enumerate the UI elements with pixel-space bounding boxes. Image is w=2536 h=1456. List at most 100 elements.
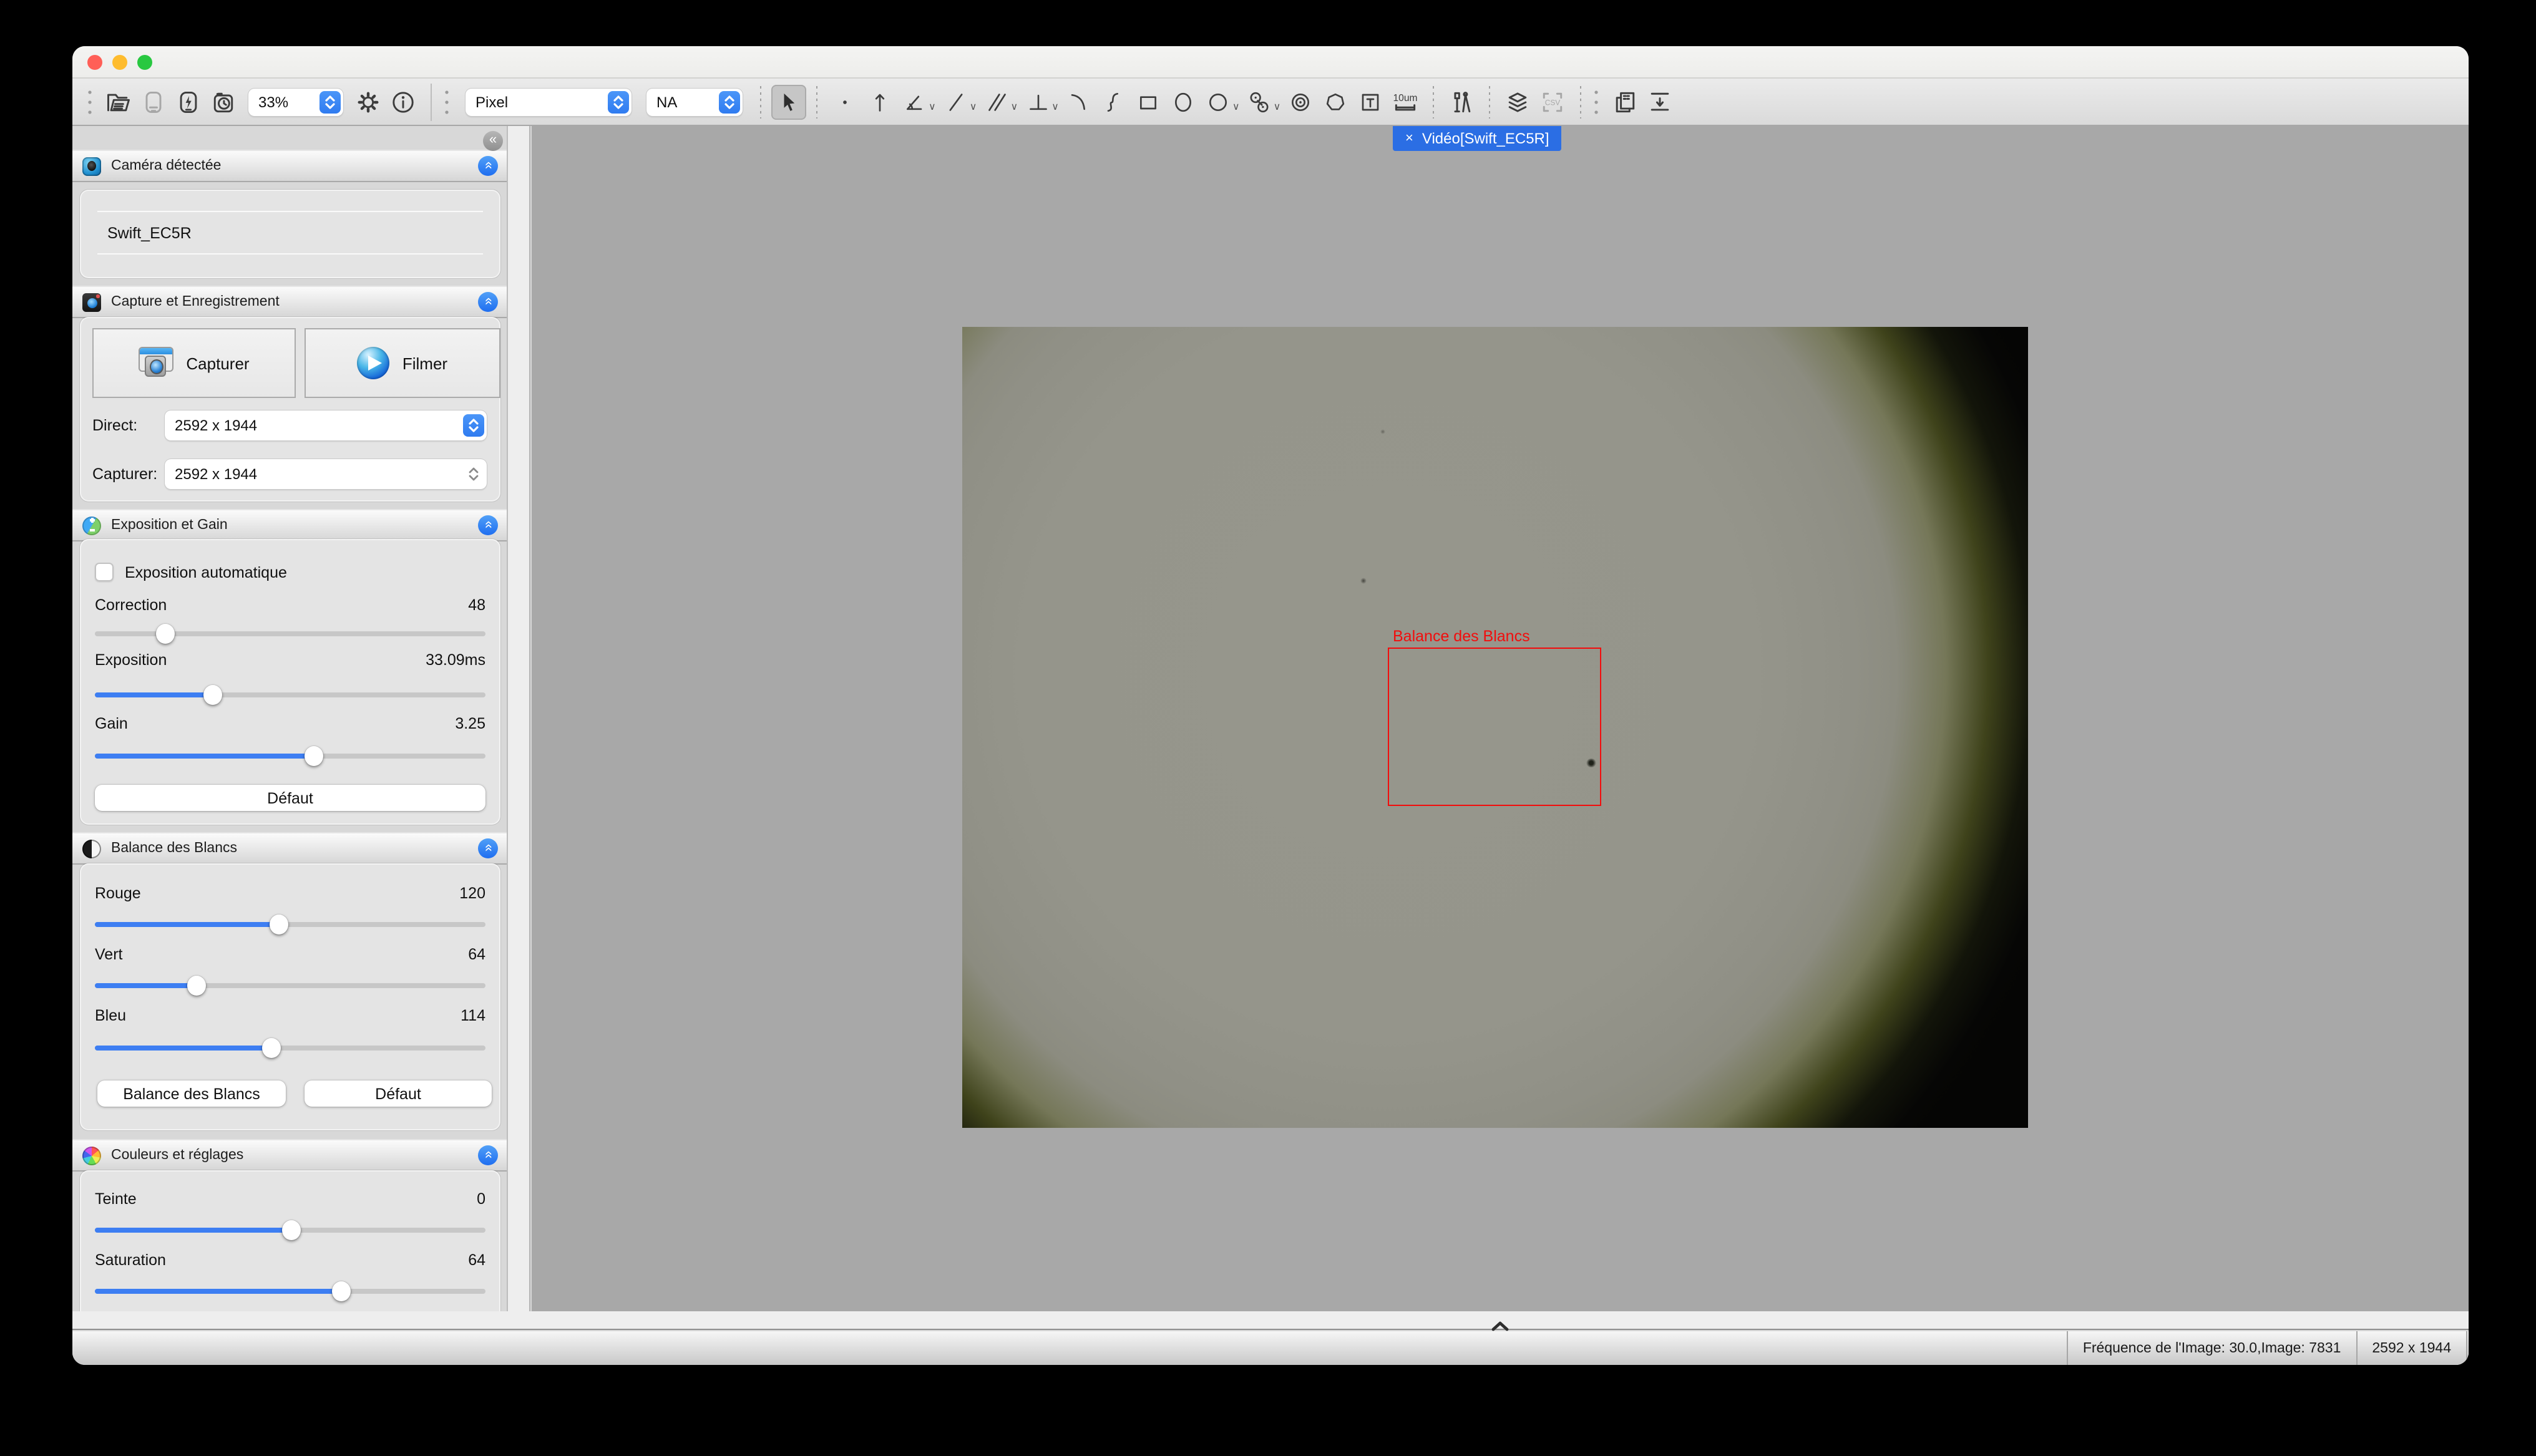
exposure-label: Exposition (95, 651, 167, 674)
curve-tool-button[interactable] (1096, 84, 1131, 119)
line-tool-button[interactable] (939, 84, 973, 119)
saturation-slider[interactable] (95, 1281, 485, 1301)
perpendicular-tool-button[interactable] (1020, 84, 1055, 119)
flatten-button[interactable] (1642, 84, 1677, 119)
correction-slider[interactable] (95, 624, 485, 644)
zoom-select[interactable]: 33% (248, 88, 343, 115)
panel-collapse-button[interactable]: « (478, 292, 498, 312)
red-label: Rouge (95, 885, 141, 907)
ellipse-icon (1171, 89, 1196, 114)
video-frame[interactable]: Balance des Blancs (962, 327, 2028, 1128)
sidebar-collapse-button[interactable]: « (483, 131, 503, 151)
panel-collapse-button[interactable]: « (478, 515, 498, 535)
white-balance-button[interactable]: Balance des Blancs (97, 1080, 286, 1107)
parallel-lines-tool-button[interactable] (979, 84, 1014, 119)
polygon-tool-button[interactable] (1318, 84, 1353, 119)
tab-video-swift-ec5r[interactable]: × Vidéo[Swift_EC5R] (1393, 126, 1562, 151)
wb-default-button[interactable]: Défaut (305, 1080, 492, 1107)
concentric-circles-tool-button[interactable] (1283, 84, 1318, 119)
blue-slider[interactable] (95, 1038, 485, 1058)
toolbar-drag-handle (87, 88, 94, 115)
stepper-icon (608, 90, 629, 113)
gear-icon (354, 88, 382, 115)
panel-header-capture[interactable]: Capture et Enregistrement « (72, 286, 508, 318)
info-button[interactable] (386, 84, 421, 119)
record-button[interactable]: Filmer (305, 328, 500, 398)
toolbar-divider (1489, 85, 1490, 118)
chevron-down-icon[interactable]: ∨ (970, 101, 977, 112)
exposure-card: Exposition automatique Correction48 Expo… (80, 539, 500, 825)
chevron-down-icon[interactable]: ∨ (1051, 101, 1059, 112)
toolbar-drag-handle (1594, 88, 1600, 115)
linked-circles-tool-button[interactable] (1242, 84, 1277, 119)
panel-header-couleurs[interactable]: Couleurs et réglages « (72, 1139, 508, 1172)
circle-tool-button[interactable] (1201, 84, 1236, 119)
arrow-tool-button[interactable] (862, 84, 897, 119)
measure-settings-button[interactable] (1444, 84, 1479, 119)
panel-title: Capture et Enregistrement (111, 294, 478, 309)
close-window-button[interactable] (87, 54, 102, 69)
auto-exposure-checkbox[interactable] (95, 563, 114, 581)
open-folder-button[interactable] (101, 84, 136, 119)
timed-capture-button[interactable] (206, 84, 241, 119)
green-slider[interactable] (95, 976, 485, 996)
settings-button[interactable] (351, 84, 386, 119)
quick-capture-button[interactable] (171, 84, 206, 119)
concentric-circles-icon (1288, 89, 1313, 114)
perpendicular-icon (1025, 89, 1050, 114)
polygon-icon (1323, 89, 1348, 114)
gain-label: Gain (95, 715, 128, 737)
camera-list-item[interactable]: Swift_EC5R (97, 211, 483, 255)
zoom-window-button[interactable] (137, 54, 152, 69)
ellipse-tool-button[interactable] (1166, 84, 1201, 119)
panel-header-camera-detectee[interactable]: Caméra détectée « (72, 150, 508, 182)
record-icon (358, 347, 390, 379)
na-select[interactable]: NA (646, 88, 743, 115)
close-tab-icon[interactable]: × (1405, 131, 1413, 146)
pointer-tool-button[interactable] (771, 84, 806, 119)
toolbar-divider (1433, 85, 1434, 118)
layers-button[interactable] (1500, 84, 1535, 119)
scalebar-tool-button[interactable]: 10um (1388, 84, 1423, 119)
exposure-slider[interactable] (95, 685, 485, 705)
blue-value: 114 (461, 1007, 485, 1029)
panel-header-balance[interactable]: Balance des Blancs « (72, 832, 508, 865)
correction-label: Correction (95, 596, 167, 619)
camera-timer-icon (210, 88, 237, 115)
panel-collapse-button[interactable]: « (478, 156, 498, 176)
chevron-down-icon[interactable]: ∨ (1010, 101, 1018, 112)
chevron-down-icon[interactable]: ∨ (929, 101, 936, 112)
unit-select[interactable]: Pixel (466, 88, 632, 115)
toolbar-divider (760, 85, 761, 118)
capture-resolution-select[interactable]: 2592 x 1944 (165, 459, 487, 489)
panel-collapse-button[interactable]: « (478, 838, 498, 858)
panel-title: Couleurs et réglages (111, 1148, 478, 1163)
white-balance-roi[interactable] (1388, 648, 1601, 806)
info-icon (389, 88, 417, 115)
bottom-collapse-strip[interactable] (72, 1311, 2469, 1330)
red-slider[interactable] (95, 915, 485, 934)
gain-slider[interactable] (95, 746, 485, 766)
gain-value: 3.25 (455, 715, 485, 737)
sidebar-scrollbar[interactable] (508, 126, 530, 1311)
arc-tool-button[interactable] (1061, 84, 1096, 119)
panel-header-exposition[interactable]: Exposition et Gain « (72, 509, 508, 541)
text-icon (1358, 89, 1383, 114)
rectangle-tool-button[interactable] (1131, 84, 1166, 119)
direct-resolution-select[interactable]: 2592 x 1944 (165, 410, 487, 440)
exposure-default-button[interactable]: Défaut (95, 785, 485, 811)
capture-button[interactable]: Capturer (92, 328, 296, 398)
minimize-window-button[interactable] (112, 54, 127, 69)
dust-speck (1360, 578, 1367, 584)
text-tool-button[interactable] (1353, 84, 1388, 119)
layers-icon (1504, 88, 1531, 115)
hue-slider[interactable] (95, 1220, 485, 1240)
chevron-down-icon[interactable]: ∨ (1274, 101, 1281, 112)
panel-collapse-button[interactable]: « (478, 1145, 498, 1165)
rectangle-icon (1136, 89, 1161, 114)
point-tool-button[interactable] (827, 84, 862, 119)
copy-icon (1611, 88, 1639, 115)
chevron-down-icon[interactable]: ∨ (1232, 101, 1240, 112)
copy-button[interactable] (1607, 84, 1642, 119)
angle-tool-button[interactable] (897, 84, 932, 119)
